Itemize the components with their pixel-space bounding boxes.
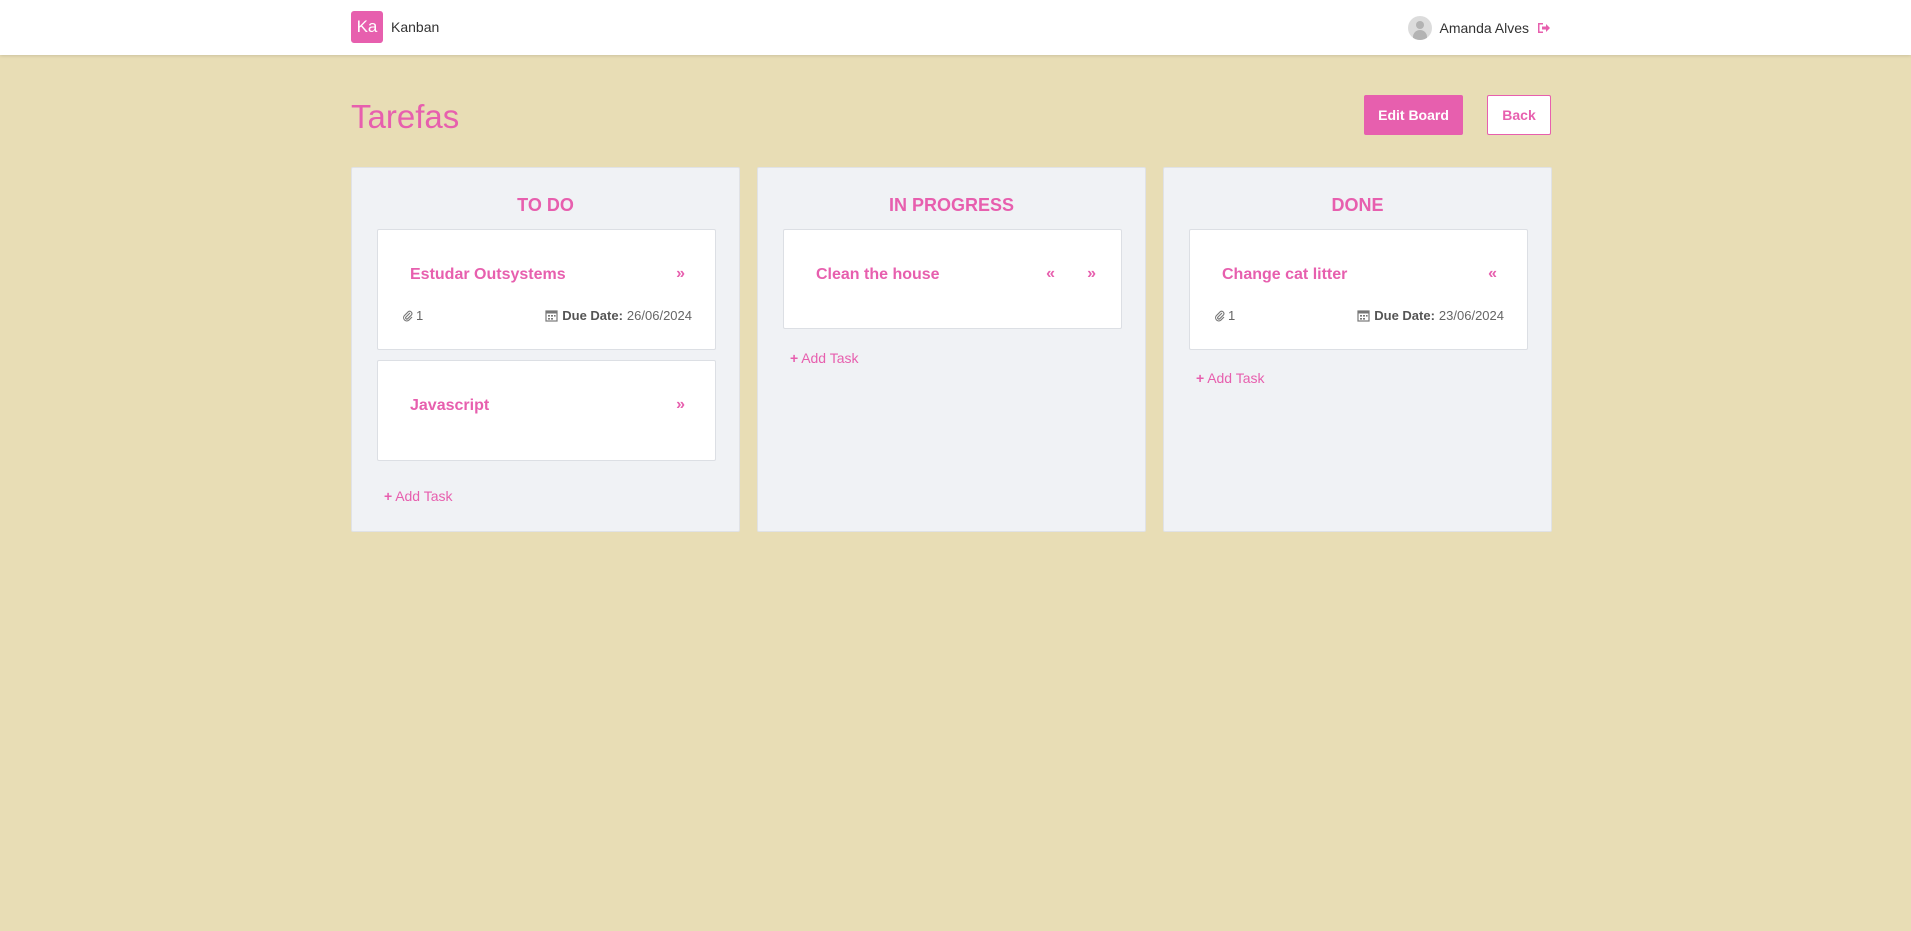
plus-icon: + bbox=[790, 350, 799, 366]
column-in-progress: IN PROGRESS Clean the house « » + Add Tas… bbox=[757, 167, 1146, 532]
column-title: IN PROGRESS bbox=[888, 195, 1015, 215]
task-card[interactable]: Estudar Outsystems » 1 Due Date: 26/06/2… bbox=[377, 229, 716, 350]
due-date-value: 23/06/2024 bbox=[1438, 308, 1504, 323]
add-task-link[interactable]: + Add Task bbox=[384, 488, 453, 504]
task-title[interactable]: Clean the house bbox=[816, 266, 940, 284]
column-todo: TO DO Estudar Outsystems » 1 Due Date: 2… bbox=[351, 167, 740, 532]
task-title[interactable]: Change cat litter bbox=[1222, 266, 1347, 284]
task-card[interactable]: Change cat litter « 1 Due Date: 23/06/20… bbox=[1189, 229, 1528, 350]
column-title: TO DO bbox=[517, 195, 574, 215]
back-button[interactable]: Back bbox=[1487, 95, 1551, 135]
app-name[interactable]: Kanban bbox=[391, 19, 439, 35]
add-task-label: Add Task bbox=[1207, 370, 1265, 386]
page-title: Tarefas bbox=[351, 98, 460, 135]
column-done: DONE Change cat litter « 1 Due Date: 23/… bbox=[1163, 167, 1552, 532]
user-menu: Amanda Alves bbox=[1407, 15, 1552, 40]
move-right-icon[interactable]: » bbox=[676, 397, 685, 413]
edit-board-button[interactable]: Edit Board bbox=[1364, 95, 1463, 135]
plus-icon: + bbox=[1196, 370, 1205, 386]
attachment-count-value: 1 bbox=[416, 308, 424, 323]
add-task-label: Add Task bbox=[395, 488, 453, 504]
plus-icon: + bbox=[384, 488, 393, 504]
calendar-icon bbox=[1357, 310, 1370, 322]
user-name[interactable]: Amanda Alves bbox=[1440, 20, 1530, 36]
due-date: Due Date: 23/06/2024 bbox=[1357, 308, 1504, 323]
add-task-label: Add Task bbox=[801, 350, 859, 366]
move-right-icon[interactable]: » bbox=[676, 266, 685, 282]
add-task-link[interactable]: + Add Task bbox=[1196, 370, 1265, 386]
due-date-label: Due Date: bbox=[1374, 308, 1435, 323]
top-navbar: Ka Kanban Amanda Alves bbox=[0, 0, 1911, 55]
logout-icon[interactable] bbox=[1537, 21, 1551, 35]
task-card[interactable]: Javascript » bbox=[377, 360, 716, 461]
move-left-icon[interactable]: « bbox=[1046, 266, 1055, 282]
paperclip-icon bbox=[403, 310, 413, 321]
due-date-value: 26/06/2024 bbox=[626, 308, 692, 323]
task-card[interactable]: Clean the house « » bbox=[783, 229, 1122, 329]
attachment-count-value: 1 bbox=[1228, 308, 1236, 323]
paperclip-icon bbox=[1215, 310, 1225, 321]
column-title: DONE bbox=[1331, 195, 1384, 215]
avatar-icon[interactable] bbox=[1407, 15, 1432, 40]
app-logo[interactable]: Ka bbox=[351, 11, 383, 43]
add-task-link[interactable]: + Add Task bbox=[790, 350, 859, 366]
due-date: Due Date: 26/06/2024 bbox=[545, 308, 692, 323]
task-title[interactable]: Javascript bbox=[410, 397, 489, 415]
task-title[interactable]: Estudar Outsystems bbox=[410, 266, 566, 284]
attachment-count: 1 bbox=[1214, 308, 1235, 323]
due-date-label: Due Date: bbox=[562, 308, 623, 323]
calendar-icon bbox=[545, 310, 558, 322]
move-left-icon[interactable]: « bbox=[1488, 266, 1497, 282]
attachment-count: 1 bbox=[402, 308, 423, 323]
move-right-icon[interactable]: » bbox=[1087, 266, 1096, 282]
